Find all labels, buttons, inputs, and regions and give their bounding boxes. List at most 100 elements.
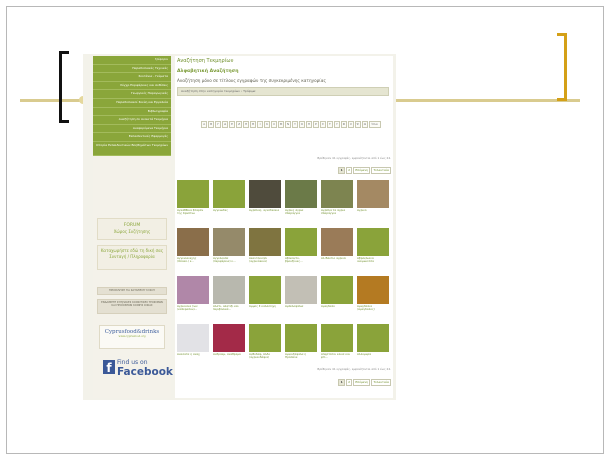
result-thumbnail[interactable]: [249, 228, 281, 256]
result-caption[interactable]: Αλάτι, αλατίζι και περιβολικά...: [213, 305, 245, 313]
pagination-button[interactable]: 1: [338, 379, 345, 386]
result-caption[interactable]: Αμυγδάλια (Αμύγδαλος): [357, 305, 389, 313]
result-thumbnail[interactable]: [357, 324, 389, 352]
result-thumbnail[interactable]: [177, 228, 209, 256]
alphabet-letter-button[interactable]: Λ: [270, 121, 278, 128]
result-caption[interactable]: Αβρόκλιανα ανεμώνιτσα: [357, 257, 389, 265]
result-caption[interactable]: Απαρτάτοι ελινά και φτί...: [321, 353, 353, 361]
result-thumbnail[interactable]: [177, 276, 209, 304]
alphabet-letter-button[interactable]: Ψ: [354, 121, 362, 128]
alphabet-letter-button[interactable]: Ε: [228, 121, 236, 128]
result-caption[interactable]: Αγρίδια τα άγρια σπαράγγια: [321, 209, 353, 217]
result-thumbnail[interactable]: [213, 276, 245, 304]
alphabet-letter-button[interactable]: Υ: [333, 121, 341, 128]
result-item[interactable]: Αλ Βάκτιο αγρινά: [321, 228, 353, 265]
result-caption[interactable]: Αγγειοανεχής (Ολοκλ.) ε...: [177, 257, 209, 265]
result-thumbnail[interactable]: [357, 276, 389, 304]
result-thumbnail[interactable]: [213, 180, 245, 208]
sidebar-menu-item[interactable]: Σύγχρ.Περιφέρειες και Ανθίσεις: [93, 82, 171, 91]
result-item[interactable]: Αγκάθθεια Σπαράν της Κρυπτιώ: [177, 180, 209, 217]
result-caption[interactable]: Αγρίδιας, αγνόδελεια: [249, 209, 281, 217]
result-item[interactable]: Αγγελούσα (περιφέρεια) ε...: [213, 228, 245, 265]
alphabet-letter-button[interactable]: Ι: [256, 121, 264, 128]
pagination-button[interactable]: Επόμενη: [353, 167, 371, 174]
result-item[interactable]: Αγγειοανεχής (Ολοκλ.) ε...: [177, 228, 209, 265]
result-thumbnail[interactable]: [321, 228, 353, 256]
result-item[interactable]: Αγρίες άγρια σπαράγγια: [285, 180, 317, 217]
sidebar-menu-item[interactable]: Παραδοσιακοί Σκεύη και Εργαλεία: [93, 99, 171, 108]
alphabet-letter-button[interactable]: Ζ: [235, 121, 243, 128]
alphabet-letter-button[interactable]: Η: [242, 121, 250, 128]
result-item[interactable]: Αλλομυρά: [357, 324, 389, 361]
result-item[interactable]: Αγριονοια των (καπερασιώ)...: [177, 276, 209, 313]
result-caption[interactable]: Άμμος Σ καλλιπηγη: [249, 305, 281, 313]
result-item[interactable]: Άμμος Σ καλλιπηγη: [249, 276, 281, 313]
result-item[interactable]: Αμύγδαλο: [321, 276, 353, 313]
pagination-button[interactable]: Επόμενη: [353, 379, 371, 386]
result-caption[interactable]: Αγκάθθεια Σπαράν της Κρυπτιώ: [177, 209, 209, 217]
sidebar-menu-item[interactable]: Παραδοσιακές Τεχνικές: [93, 65, 171, 74]
result-caption[interactable]: Αμύγδαλο: [321, 305, 353, 313]
result-thumbnail[interactable]: [249, 324, 281, 352]
result-item[interactable]: Αναλατα ή αναχ: [177, 324, 209, 361]
sidebar-menu-item[interactable]: Εκπαιδευτικές Εφαρμογές: [93, 133, 171, 142]
result-thumbnail[interactable]: [285, 324, 317, 352]
alphabet-letter-button[interactable]: Ν: [284, 121, 292, 128]
result-thumbnail[interactable]: [321, 324, 353, 352]
result-caption[interactable]: Αμπελοφάλια: [285, 305, 317, 313]
sidebar-menu-item[interactable]: Γεωργικές Παραγωγικές: [93, 90, 171, 99]
result-thumbnail[interactable]: [321, 180, 353, 208]
result-item[interactable]: Αγγειώδες: [213, 180, 245, 217]
sidebar-menu-item[interactable]: Αναφερόμενα Τεκμήρια: [93, 125, 171, 134]
pagination-button[interactable]: 2: [345, 379, 353, 386]
sidebar-menu-item[interactable]: Αναζήτηση σε Ανοικτά Τεκμήρια: [93, 116, 171, 125]
facebook-link[interactable]: f Find us on Facebook: [103, 356, 173, 384]
sidebar-menu-item[interactable]: Βιβλιογραφία: [93, 108, 171, 117]
result-thumbnail[interactable]: [357, 228, 389, 256]
result-caption[interactable]: Αγγειώδες: [213, 209, 245, 217]
alphabet-letter-button[interactable]: Σ: [319, 121, 327, 128]
alphabet-letter-button[interactable]: Δ: [221, 121, 229, 128]
result-caption[interactable]: Ανδρούμ, αναθρέμα: [213, 353, 245, 361]
result-thumbnail[interactable]: [321, 276, 353, 304]
result-item[interactable]: Αγρινό: [357, 180, 389, 217]
result-thumbnail[interactable]: [249, 180, 281, 208]
result-thumbnail[interactable]: [249, 276, 281, 304]
alphabet-letter-button[interactable]: Θ: [249, 121, 257, 128]
result-item[interactable]: Αμυγδάλια (Αμύγδαλος): [357, 276, 389, 313]
sidebar-menu-item[interactable]: Σκοτάνια - Γεύματα: [93, 73, 171, 82]
result-thumbnail[interactable]: [213, 228, 245, 256]
alphabet-letter-button[interactable]: Ρ: [312, 121, 320, 128]
pagination-button[interactable]: Τελευταία: [371, 167, 391, 174]
pagination-button[interactable]: Τελευταία: [371, 379, 391, 386]
result-caption[interactable]: Αγριονοια των (καπερασιώ)...: [177, 305, 209, 313]
alphabet-letter-button[interactable]: Γ: [214, 121, 222, 128]
result-item[interactable]: Αβοκάντο, βρουζίνιες...: [285, 228, 317, 265]
result-caption[interactable]: Αγγελούσα (περιφέρεια) ε...: [213, 257, 245, 265]
result-item[interactable]: Ακαντόκνηπι (αγρινάκκια): [249, 228, 281, 265]
result-thumbnail[interactable]: [357, 180, 389, 208]
result-caption[interactable]: Ακαντόκνηπι (αγρινάκκια): [249, 257, 281, 265]
result-item[interactable]: Ανθοδάφ, Άλδο (άγριανδάφια): [249, 324, 281, 361]
alphabet-all-button[interactable]: Όλα: [368, 121, 381, 128]
cyprusfood-logo[interactable]: Cyprusfood&drinks www.cyprusfood.org: [99, 325, 165, 349]
result-item[interactable]: Αμπελοφάλια: [285, 276, 317, 313]
alphabet-letter-button[interactable]: Χ: [347, 121, 355, 128]
result-thumbnail[interactable]: [285, 228, 317, 256]
result-item[interactable]: Ανδρούμ, αναθρέμα: [213, 324, 245, 361]
alphabet-letter-button[interactable]: Φ: [340, 121, 348, 128]
result-item[interactable]: Αγρίδια τα άγρια σπαράγγια: [321, 180, 353, 217]
program-link[interactable]: ΠΡΟΣΚΛΗΣΗ ΓΙΑ ΚΑΤΑΘΕΣΗ ΥΛΙΚΟΥ: [97, 287, 167, 295]
result-thumbnail[interactable]: [285, 276, 317, 304]
alphabet-letter-button[interactable]: Ο: [298, 121, 306, 128]
result-caption[interactable]: Αβοκάντο, βρουζίνιες...: [285, 257, 317, 265]
alphabet-letter-button[interactable]: Κ: [263, 121, 271, 128]
submit-recipe-box[interactable]: Καταχωρήστε εδώ τη δική σας Συνταγή / Πλ…: [97, 245, 167, 270]
result-caption[interactable]: Αγρινό: [357, 209, 389, 217]
result-item[interactable]: Αβρόκλιανα ανεμώνιτσα: [357, 228, 389, 265]
alphabet-letter-button[interactable]: Α: [201, 121, 208, 128]
alphabet-letter-button[interactable]: Τ: [326, 121, 334, 128]
pagination-button[interactable]: 2: [345, 167, 353, 174]
alphabet-letter-button[interactable]: Ω: [361, 121, 369, 128]
result-thumbnail[interactable]: [285, 180, 317, 208]
